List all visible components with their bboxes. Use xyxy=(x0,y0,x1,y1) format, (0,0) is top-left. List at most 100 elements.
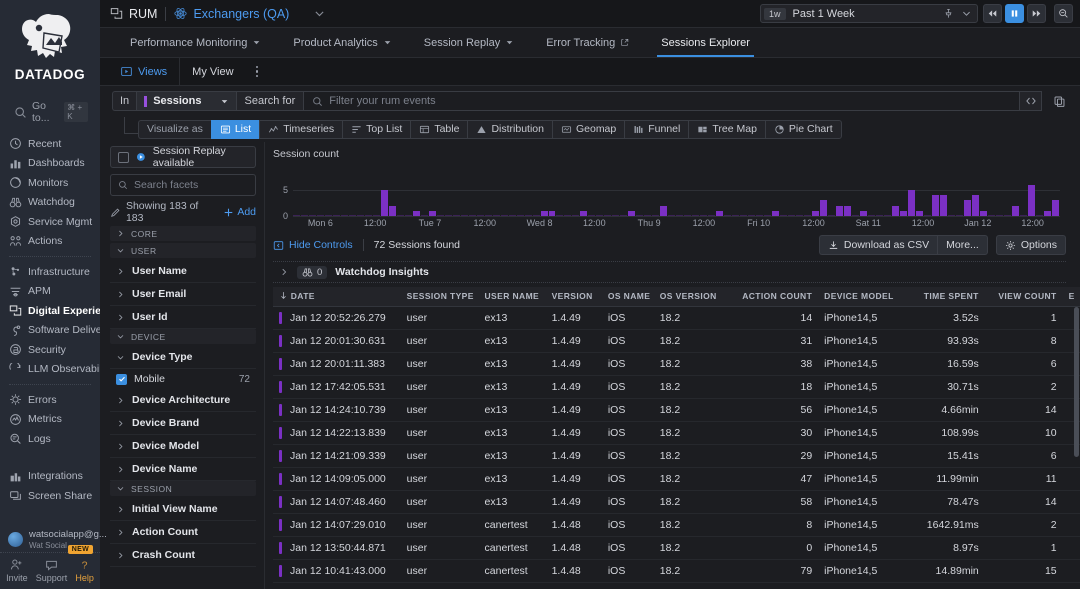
chart-bar[interactable] xyxy=(620,215,628,216)
facet-value-checkbox[interactable] xyxy=(116,373,127,385)
chart-bar[interactable] xyxy=(915,210,923,216)
chart-bar[interactable] xyxy=(700,215,708,216)
facet-device-architecture[interactable]: Device Architecture xyxy=(110,389,256,412)
chart-bar[interactable] xyxy=(364,215,372,216)
sidebar-item-apm[interactable]: APM xyxy=(0,282,100,302)
chart-bar[interactable] xyxy=(396,215,404,216)
chart-bar[interactable] xyxy=(1019,215,1027,216)
chart-bar[interactable] xyxy=(724,215,732,216)
visualize-option-timeseries[interactable]: Timeseries xyxy=(259,119,343,139)
sidebar-item-actions[interactable]: Actions xyxy=(0,232,100,252)
chart-bar[interactable] xyxy=(388,205,396,216)
chart-bar[interactable] xyxy=(420,215,428,216)
chart-bar[interactable] xyxy=(356,215,364,216)
chart-bar[interactable] xyxy=(971,195,979,216)
chart-bar[interactable] xyxy=(835,205,843,216)
table-row[interactable]: Jan 12 20:52:26.279 user ex13 1.4.49 iOS 18.2… xyxy=(273,306,1080,330)
chart-bar[interactable] xyxy=(819,200,827,216)
facet-group-session[interactable]: SESSION xyxy=(110,481,256,496)
chart-bar[interactable] xyxy=(572,215,580,216)
chart-bar[interactable] xyxy=(476,215,484,216)
visualize-option-list[interactable]: List xyxy=(210,119,260,139)
chart-bar[interactable] xyxy=(764,215,772,216)
chart-bar[interactable] xyxy=(676,215,684,216)
sidebar-item-infrastructure[interactable]: Infrastructure xyxy=(0,262,100,282)
chart-bar[interactable] xyxy=(308,215,316,216)
facet-group-core[interactable]: CORE xyxy=(110,226,256,241)
go-to-search[interactable]: Go to... ⌘ + K xyxy=(6,96,94,128)
sidebar-item-software-delivery[interactable]: Software Delivery xyxy=(0,321,100,341)
invite-button[interactable]: Invite xyxy=(6,558,28,583)
add-facet-button[interactable]: Add xyxy=(223,206,256,218)
vertical-scrollbar[interactable] xyxy=(1074,307,1079,457)
sidebar-item-errors[interactable]: Errors xyxy=(0,390,100,410)
chart-bar[interactable] xyxy=(748,215,756,216)
more-button[interactable]: More... xyxy=(937,235,988,255)
table-row[interactable]: Jan 12 14:07:48.460 user ex13 1.4.49 iOS 18.2… xyxy=(273,490,1080,514)
chart-bar[interactable] xyxy=(907,190,915,216)
sidebar-item-logs[interactable]: Logs xyxy=(0,429,100,449)
chevron-down-icon[interactable] xyxy=(961,8,972,19)
facet-initial-view-name[interactable]: Initial View Name xyxy=(110,498,256,521)
facet-group-user[interactable]: USER xyxy=(110,243,256,258)
chart-bar[interactable] xyxy=(827,215,835,216)
sidebar-item-watchdog[interactable]: Watchdog xyxy=(0,193,100,213)
chart-bar[interactable] xyxy=(293,215,300,216)
chart-bar[interactable] xyxy=(1035,215,1043,216)
chart-bar[interactable] xyxy=(348,215,356,216)
sidebar-item-recent[interactable]: Recent xyxy=(0,134,100,154)
chart-bar[interactable] xyxy=(372,215,380,216)
chart-bar[interactable] xyxy=(516,215,524,216)
sidebar-item-security[interactable]: Security xyxy=(0,340,100,360)
watchdog-insights-row[interactable]: 0 Watchdog Insights xyxy=(273,261,1066,283)
tab-product-analytics[interactable]: Product Analytics xyxy=(279,28,405,57)
chart-bar[interactable] xyxy=(756,215,764,216)
chart-bar[interactable] xyxy=(740,215,748,216)
chart-bar[interactable] xyxy=(404,215,412,216)
sidebar-item-digital-experience[interactable]: Digital Experience xyxy=(0,301,100,321)
forward-button[interactable] xyxy=(1027,4,1046,23)
chart-bar[interactable] xyxy=(548,210,556,216)
chart-bar[interactable] xyxy=(867,215,875,216)
session-replay-filter[interactable]: Session Replay available xyxy=(110,145,256,169)
table-row[interactable]: Jan 12 14:07:29.010 user canertest 1.4.48 iO… xyxy=(273,513,1080,537)
visualize-option-geomap[interactable]: Geomap xyxy=(551,119,625,139)
chart-bar[interactable] xyxy=(843,205,851,216)
facet-user-id[interactable]: User Id xyxy=(110,306,256,329)
column-header-action-count[interactable]: ACTION COUNT xyxy=(729,287,819,307)
chart-bar[interactable] xyxy=(947,215,955,216)
chart-bar[interactable] xyxy=(468,215,476,216)
download-csv-button[interactable]: Download as CSV xyxy=(818,235,938,255)
chart-bar[interactable] xyxy=(1051,200,1059,216)
table-row[interactable]: Jan 12 14:09:05.000 user ex13 1.4.49 iOS 18.2… xyxy=(273,467,1080,491)
chart-bar[interactable] xyxy=(460,215,468,216)
chart-bar[interactable] xyxy=(500,215,508,216)
chart-bar[interactable] xyxy=(452,215,460,216)
facet-device-model[interactable]: Device Model xyxy=(110,435,256,458)
query-source-selector[interactable]: Sessions xyxy=(136,91,236,111)
table-row[interactable]: Jan 12 14:22:13.839 user ex13 1.4.49 iOS 18.2… xyxy=(273,421,1080,445)
sidebar-item-monitors[interactable]: Monitors xyxy=(0,173,100,193)
tab-my-view[interactable]: My View xyxy=(180,58,245,85)
visualize-option-distribution[interactable]: Distribution xyxy=(467,119,552,139)
chart-bar[interactable] xyxy=(955,215,963,216)
chart-bar[interactable] xyxy=(524,215,532,216)
chart-bar[interactable] xyxy=(796,215,803,216)
time-picker[interactable]: 1w Past 1 Week xyxy=(760,4,978,23)
chart-bar[interactable] xyxy=(540,210,548,216)
chart-bar[interactable] xyxy=(995,215,1003,216)
chart-bar[interactable] xyxy=(588,215,596,216)
chart-bar[interactable] xyxy=(692,215,700,216)
sidebar-item-service-mgmt[interactable]: Service Mgmt xyxy=(0,212,100,232)
facet-user-name[interactable]: User Name xyxy=(110,260,256,283)
visualize-option-table[interactable]: Table xyxy=(410,119,468,139)
tab-views[interactable]: Views xyxy=(108,58,181,85)
search-input[interactable]: Filter your rum events xyxy=(303,91,1020,111)
sidebar-item-integrations[interactable]: Integrations xyxy=(0,467,100,487)
column-header-os-version[interactable]: OS VERSION xyxy=(653,287,730,307)
chart-bar[interactable] xyxy=(987,215,995,216)
pin-icon[interactable] xyxy=(943,8,954,19)
visualize-option-funnel[interactable]: Funnel xyxy=(624,119,689,139)
zoom-out-button[interactable] xyxy=(1054,4,1073,23)
chart-bar[interactable] xyxy=(979,210,987,216)
